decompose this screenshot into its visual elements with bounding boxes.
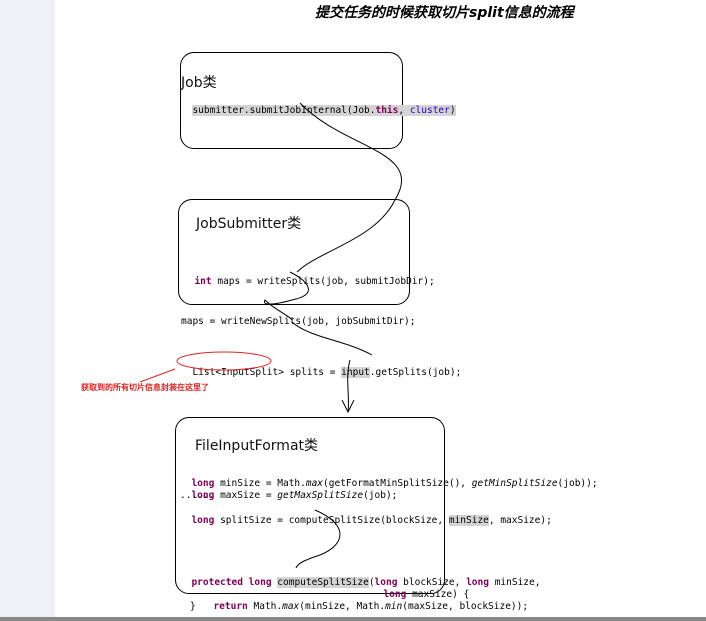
code-text: ) (449, 105, 456, 116)
code-text: (job); (363, 490, 398, 501)
split-size-line: long splitSize = computeSplitSize(blockS… (180, 503, 552, 527)
keyword-long: long (191, 515, 215, 526)
compute-split-size-signature: protected long computeSplitSize(long blo… (180, 565, 540, 589)
bottom-border (0, 617, 706, 621)
job-class-title: Job类 (181, 75, 217, 91)
code-text: (maxSize, blockSize)); (402, 601, 529, 612)
input-object: input (341, 367, 370, 378)
write-new-splits-call: maps = writeNewSplits(job, jobSubmitDir)… (181, 316, 416, 327)
list-inputsplit-type: List<InputSplit> (192, 367, 284, 378)
keyword-int: int (194, 276, 212, 287)
code-text: .getSplits(job); (369, 367, 462, 378)
code-text: submitter.submitJobInternal(Job. (192, 105, 376, 116)
code-text: maps = writeSplits(job, submitJobDir); (211, 276, 435, 287)
keyword-long: long (466, 577, 489, 588)
left-margin-strip (0, 0, 55, 621)
diagram-title: 提交任务的时候获取切片split信息的流程 (315, 5, 574, 21)
fileinputformat-class-title: FileInputFormat类 (195, 438, 319, 454)
code-text: (job)); (557, 478, 598, 489)
code-text: Math. (247, 601, 283, 612)
job-submit-call: submitter.submitJobInternal(Job.this, cl… (181, 93, 456, 117)
compute-split-size-close: } (190, 601, 196, 612)
ellipsis-line: ...... (180, 490, 215, 501)
get-splits-call: List<InputSplit> splits = input.getSplit… (181, 355, 461, 379)
method-get-min-split-size: getMinSplitSize (471, 478, 558, 489)
compute-split-size-return: return Math.max(minSize, Math.min(maxSiz… (202, 589, 528, 613)
write-splits-call: int maps = writeSplits(job, submitJobDir… (183, 264, 435, 288)
note-pointer (139, 368, 176, 383)
keyword-long: long (248, 577, 272, 588)
keyword-protected: protected (191, 577, 243, 588)
method-max: max (282, 601, 300, 612)
code-text: (minSize, Math. (299, 601, 386, 612)
method-name: computeSplitSize (277, 577, 369, 588)
jobsubmitter-class-title: JobSubmitter类 (196, 216, 302, 232)
splits-note: 获取到的所有切片信息封装在这里了 (81, 383, 209, 392)
method-get-max-split-size: getMaxSplitSize (277, 490, 364, 501)
keyword-return: return (213, 601, 248, 612)
arg-cluster: cluster (409, 105, 450, 116)
method-min: min (385, 601, 403, 612)
keyword-this: this (375, 105, 399, 116)
code-text: minSize, (488, 577, 541, 588)
code-text: splitSize = computeSplitSize(blockSize, (214, 515, 449, 526)
code-text: splits = (283, 367, 342, 378)
arrowhead-down (341, 399, 355, 414)
code-text: , (398, 105, 410, 116)
min-size-arg: minSize (448, 515, 489, 526)
code-text: , maxSize); (488, 515, 552, 526)
code-text: maxSize = (214, 490, 278, 501)
